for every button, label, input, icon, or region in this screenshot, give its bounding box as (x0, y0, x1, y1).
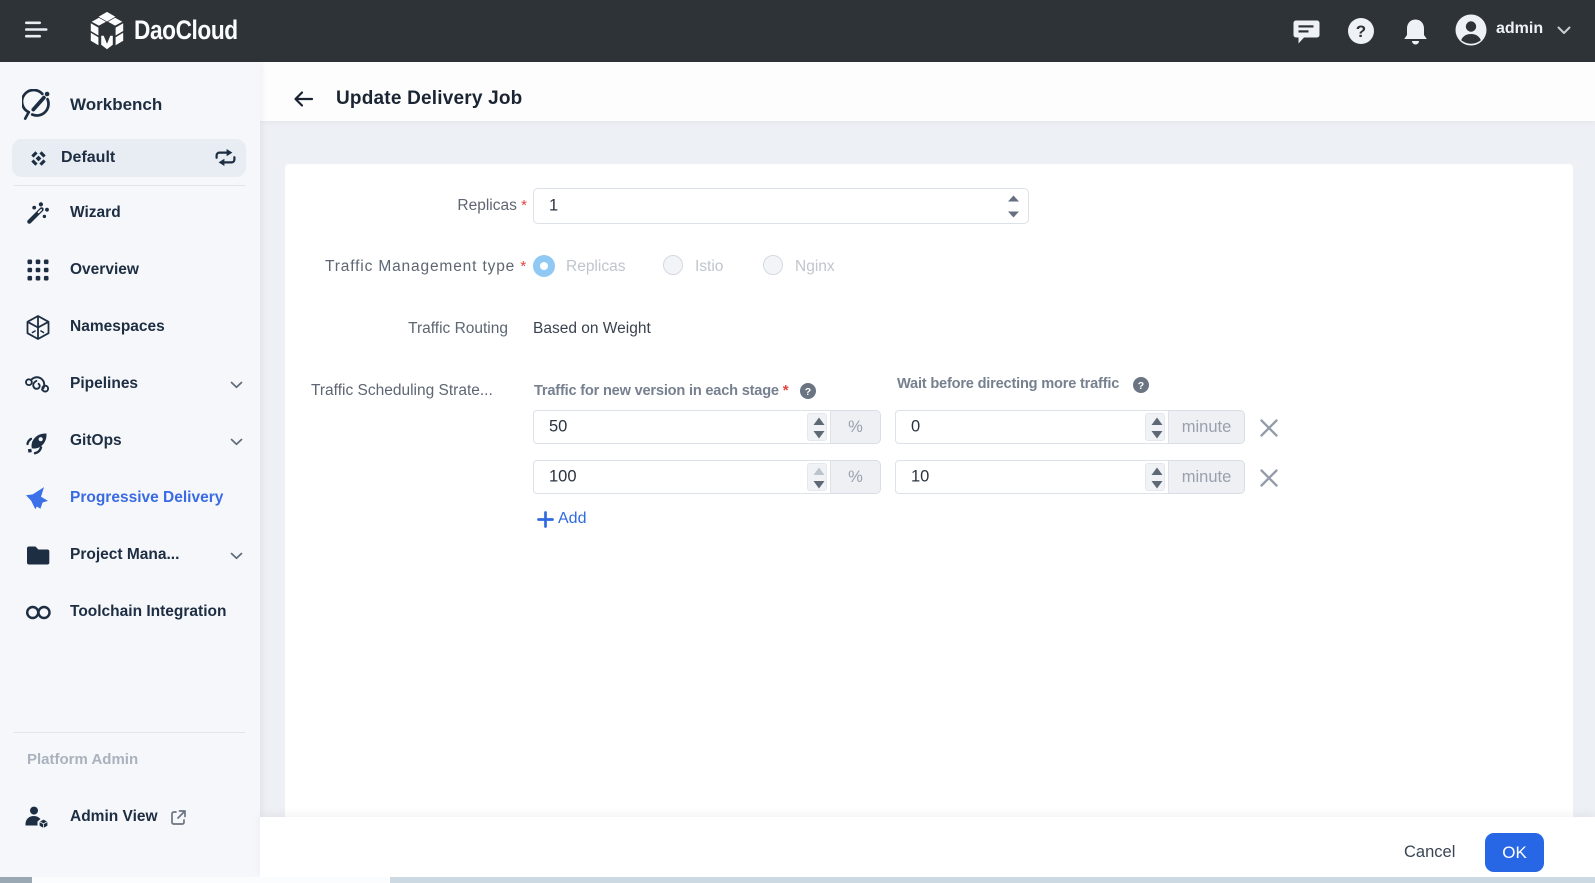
svg-text:?: ? (1356, 22, 1366, 41)
svg-text:?: ? (1138, 380, 1144, 392)
svg-text:?: ? (805, 386, 811, 398)
